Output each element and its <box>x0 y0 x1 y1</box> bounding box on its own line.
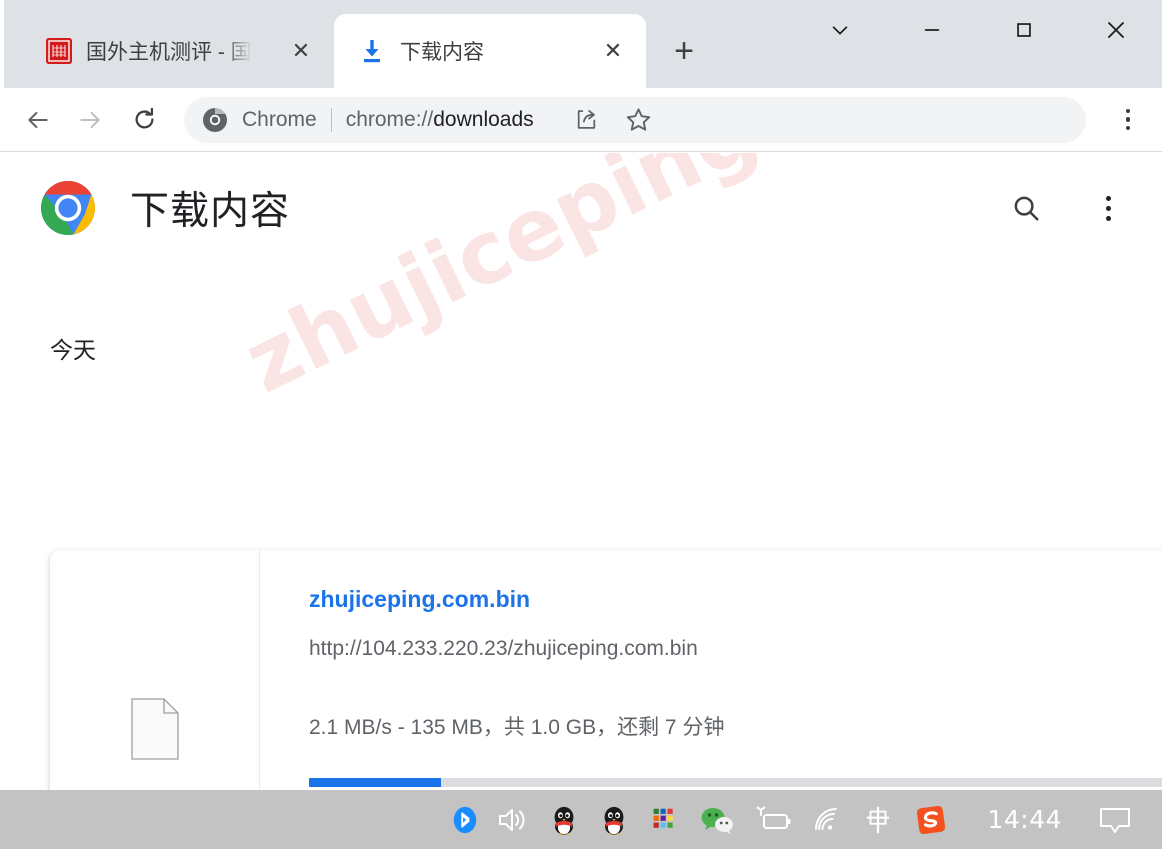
qq-icon-1[interactable] <box>539 790 589 849</box>
kebab-dot <box>1105 195 1111 201</box>
download-arrow-icon <box>358 37 386 65</box>
new-tab-button[interactable]: + <box>662 29 706 73</box>
downloads-page: zhujiceping.com 下载内容 今天 zhujiceping.com.… <box>0 153 1162 790</box>
kebab-dot <box>1105 215 1111 221</box>
notification-icon[interactable] <box>1084 790 1146 849</box>
page-menu-button[interactable] <box>1086 186 1130 230</box>
page-title: 下载内容 <box>130 190 291 233</box>
download-status-text: 2.1 MB/s - 135 MB，共 1.0 GB，还剩 7 分钟 <box>309 716 725 739</box>
star-icon[interactable] <box>620 101 658 139</box>
tab-search-button[interactable] <box>794 0 886 60</box>
window-controls <box>794 0 1162 60</box>
minimize-button[interactable] <box>886 0 978 60</box>
chrome-logo-icon <box>40 180 96 236</box>
tab-title: 下载内容 <box>400 41 484 64</box>
download-item-body: zhujiceping.com.bin http://104.233.220.2… <box>260 550 1162 790</box>
downloads-page-header: 下载内容 <box>0 153 1162 263</box>
browser-menu-button[interactable] <box>1108 100 1148 140</box>
omnibox-separator <box>330 107 332 132</box>
kebab-dot <box>1125 108 1131 114</box>
red-seal-favicon-icon <box>46 38 72 64</box>
wifi-icon[interactable] <box>801 790 853 849</box>
bluetooth-icon[interactable] <box>443 790 487 849</box>
tab-close-icon[interactable]: ✕ <box>286 36 316 66</box>
generic-file-icon <box>130 698 179 760</box>
back-button[interactable] <box>16 98 60 142</box>
download-file-url: http://104.233.220.23/zhujiceping.com.bi… <box>309 637 698 660</box>
download-progress-fill <box>309 778 441 787</box>
browser-window: 国外主机测评 - 国 ✕ 下载内容 ✕ + Chrome chrome://do… <box>0 0 1162 849</box>
tab-strip: 国外主机测评 - 国 ✕ 下载内容 ✕ + <box>0 0 1162 88</box>
section-label-today: 今天 <box>50 337 96 363</box>
tab-close-icon[interactable]: ✕ <box>598 36 628 66</box>
battery-icon[interactable] <box>745 790 801 849</box>
volume-icon[interactable] <box>487 790 539 849</box>
omnibox-url: chrome://downloads <box>346 108 534 132</box>
search-icon[interactable] <box>1004 186 1048 230</box>
download-progress-bar <box>309 778 1162 787</box>
kebab-dot <box>1125 125 1131 131</box>
download-file-name-link[interactable]: zhujiceping.com.bin <box>309 586 530 613</box>
tab-guowai-zhuji-ceping[interactable]: 国外主机测评 - 国 ✕ <box>22 14 334 88</box>
browser-toolbar: Chrome chrome://downloads <box>0 88 1162 152</box>
address-bar[interactable]: Chrome chrome://downloads <box>184 96 1086 143</box>
omnibox-url-prefix: chrome:// <box>345 107 434 131</box>
qq-icon-2[interactable] <box>589 790 639 849</box>
download-item-card: zhujiceping.com.bin http://104.233.220.2… <box>50 550 1162 790</box>
omnibox-scheme-label: Chrome <box>242 107 317 131</box>
forward-button[interactable] <box>68 98 112 142</box>
tab-downloads[interactable]: 下载内容 ✕ <box>334 14 646 88</box>
sogou-icon[interactable] <box>903 790 959 849</box>
reload-button[interactable] <box>122 98 166 142</box>
system-taskbar: 14:44 <box>0 790 1162 849</box>
kebab-dot <box>1125 117 1131 122</box>
chrome-logo-icon <box>202 107 228 133</box>
page-header-actions <box>1004 153 1130 263</box>
wechat-icon[interactable] <box>689 790 745 849</box>
color-grid-icon[interactable] <box>639 790 689 849</box>
tab-title: 国外主机测评 - 国 <box>86 41 252 64</box>
kebab-dot <box>1105 205 1111 211</box>
omnibox-url-main: downloads <box>433 107 534 131</box>
download-file-icon-column <box>50 550 260 790</box>
tabstrip-left-edge <box>0 0 4 88</box>
taskbar-clock[interactable]: 14:44 <box>987 805 1062 834</box>
maximize-button[interactable] <box>978 0 1070 60</box>
share-icon[interactable] <box>568 101 606 139</box>
close-window-button[interactable] <box>1070 0 1162 60</box>
ime-icon[interactable] <box>853 790 903 849</box>
